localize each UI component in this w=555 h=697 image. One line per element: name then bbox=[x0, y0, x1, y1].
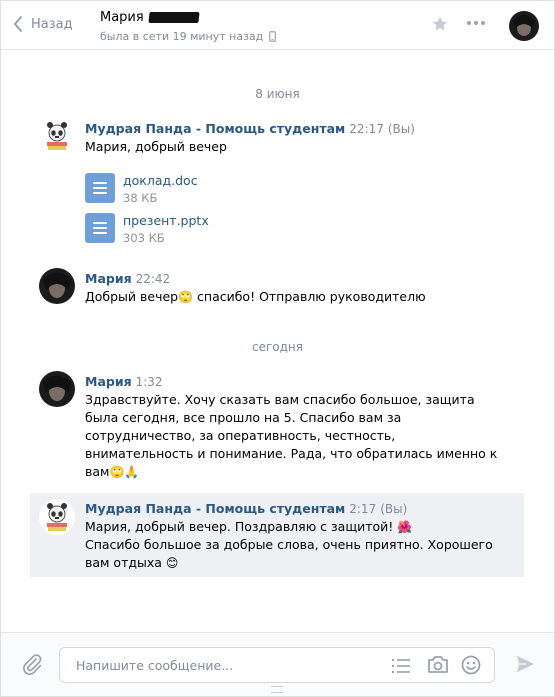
message-input[interactable] bbox=[74, 657, 378, 674]
message-line: была сегодня, все прошло на 5. Спасибо в… bbox=[85, 410, 402, 425]
document-attachment[interactable]: презент.pptx 303 КБ bbox=[85, 213, 209, 245]
document-size: 303 КБ bbox=[123, 231, 165, 245]
message-item-selected[interactable]: Мудрая Панда - Помощь студентам 2:17 (Вы)… bbox=[30, 493, 524, 577]
user-avatar[interactable] bbox=[39, 371, 75, 407]
author-name[interactable]: Мудрая Панда - Помощь студентам bbox=[85, 501, 345, 516]
resize-handle[interactable] bbox=[271, 686, 283, 693]
list-icon[interactable] bbox=[392, 658, 410, 674]
message-suffix: (Вы) bbox=[380, 502, 408, 516]
paperclip-icon bbox=[23, 654, 42, 675]
message-line: внимательность и понимание. Рада, что об… bbox=[85, 446, 498, 461]
user-avatar[interactable] bbox=[39, 268, 75, 304]
smile-emoji: 😊 bbox=[165, 556, 179, 570]
panda-avatar[interactable] bbox=[39, 499, 75, 535]
panda-avatar[interactable] bbox=[39, 118, 75, 154]
emoji: 🙄 bbox=[178, 290, 194, 304]
send-button[interactable] bbox=[514, 653, 536, 679]
date-separator: 8 июня bbox=[255, 87, 300, 101]
document-name[interactable]: доклад.doc bbox=[123, 173, 198, 188]
document-icon bbox=[85, 213, 115, 243]
back-label: Назад bbox=[31, 16, 73, 32]
redacted-surname bbox=[148, 12, 200, 23]
camera-icon[interactable] bbox=[427, 655, 449, 675]
message-item[interactable]: Мария 22:42 Добрый вечер🙄 спасибо! Отправ… bbox=[30, 266, 524, 310]
message-line: Мария, добрый вечер. Поздравляю с защито… bbox=[85, 519, 394, 534]
chevron-left-icon bbox=[14, 16, 22, 32]
mobile-icon bbox=[269, 31, 277, 42]
more-icon bbox=[467, 21, 471, 25]
message-suffix: (Вы) bbox=[387, 122, 415, 136]
star-icon bbox=[432, 16, 448, 31]
message-text: Мария, добрый вечер bbox=[85, 139, 227, 154]
document-name[interactable]: презент.pptx bbox=[123, 213, 209, 228]
document-size: 38 КБ bbox=[123, 191, 158, 205]
message-text: Добрый вечер bbox=[85, 289, 179, 304]
attach-button[interactable] bbox=[21, 653, 43, 679]
message-line: Здравствуйте. Хочу сказать вам спасибо б… bbox=[85, 392, 475, 407]
document-icon bbox=[85, 173, 115, 203]
message-line: Спасибо большое за добрые слова, очень п… bbox=[85, 537, 493, 552]
author-name[interactable]: Мудрая Панда - Помощь студентам bbox=[85, 121, 345, 136]
more-button[interactable] bbox=[467, 21, 485, 25]
author-name[interactable]: Мария bbox=[85, 271, 132, 286]
contact-info[interactable]: Мария была в сети 19 минут назад bbox=[100, 10, 277, 43]
back-button[interactable]: Назад bbox=[13, 15, 73, 33]
message-time[interactable]: 1:32 bbox=[136, 375, 163, 389]
author-name[interactable]: Мария bbox=[85, 374, 132, 389]
message-line: сотрудничество, за оперативность, честно… bbox=[85, 428, 396, 443]
online-status: была в сети 19 минут назад bbox=[100, 30, 264, 43]
chat-header: Назад Мария была в сети 19 минут назад bbox=[1, 1, 554, 50]
emoji: 🙄🙏 bbox=[109, 465, 140, 479]
message-input-box[interactable] bbox=[59, 647, 495, 683]
message-time[interactable]: 2:17 bbox=[349, 502, 376, 516]
smile-icon[interactable] bbox=[461, 655, 481, 675]
message-line: вам отдыха bbox=[85, 555, 162, 570]
favorite-button[interactable] bbox=[431, 15, 449, 37]
date-separator: сегодня bbox=[252, 340, 303, 354]
contact-name: Мария bbox=[100, 10, 144, 25]
contact-avatar[interactable] bbox=[509, 11, 539, 41]
message-time[interactable]: 22:42 bbox=[136, 272, 171, 286]
message-text: спасибо! Отправлю руководителю bbox=[193, 289, 426, 304]
flower-emoji: 🌺 bbox=[397, 520, 413, 534]
document-attachment[interactable]: доклад.doc 38 КБ bbox=[85, 173, 198, 205]
more-icon-dot bbox=[474, 21, 478, 25]
more-icon-dot bbox=[481, 21, 485, 25]
message-item[interactable]: Мария 1:32 Здравствуйте. Хочу сказать вам… bbox=[30, 369, 524, 484]
send-icon bbox=[516, 655, 535, 673]
message-line: вам bbox=[85, 464, 110, 479]
message-time[interactable]: 22:17 bbox=[349, 122, 384, 136]
